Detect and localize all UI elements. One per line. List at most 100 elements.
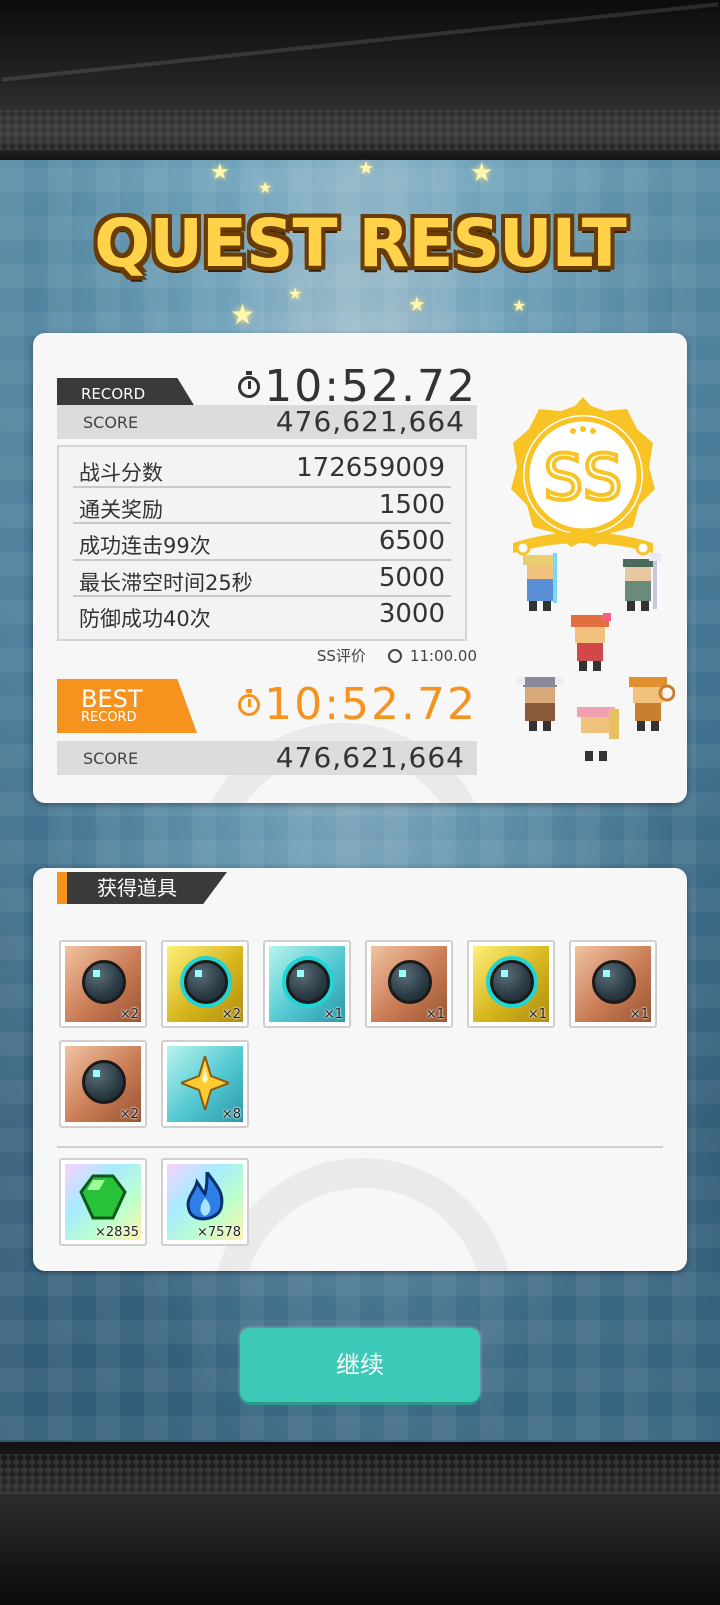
- character-sprite-icon: [629, 677, 675, 731]
- currency-item[interactable]: ×2835: [59, 1158, 147, 1246]
- top-frame: [0, 0, 720, 160]
- sparkle-star-icon: ★: [470, 158, 494, 188]
- rank-badge: SS: [511, 397, 655, 556]
- breakdown-value: 172659009: [296, 453, 445, 483]
- score-label: SCORE: [83, 413, 139, 432]
- item-tile: ×1: [575, 946, 651, 1022]
- sparkle-star-icon: ★: [210, 160, 230, 185]
- item-count: ×7578: [197, 1225, 241, 1240]
- item-count: ×1: [527, 1007, 547, 1022]
- character-sprite-icon: [523, 553, 557, 611]
- reward-item[interactable]: ×2: [59, 940, 147, 1028]
- breakdown-value: 6500: [378, 526, 445, 556]
- ss-rating-time: 11:00.00: [409, 647, 477, 665]
- item-tile: ×2: [65, 1046, 141, 1122]
- dark-orb-icon: [388, 960, 432, 1004]
- ss-rating-threshold: SS评价 11:00.00: [317, 645, 477, 666]
- reward-item[interactable]: ×1: [467, 940, 555, 1028]
- item-count: ×2: [119, 1007, 139, 1022]
- reward-item[interactable]: ×2: [59, 1040, 147, 1128]
- item-count: ×2: [119, 1107, 139, 1122]
- sparkle-star-icon: ★: [230, 298, 256, 331]
- breakdown-label: 通关奖励: [79, 497, 163, 522]
- breakdown-value: 3000: [378, 599, 445, 629]
- dark-orb-icon: [592, 960, 636, 1004]
- score-value: 476,621,664: [275, 405, 465, 438]
- best-score-row: SCORE 476,621,664: [57, 741, 477, 775]
- stopwatch-icon: [387, 649, 402, 663]
- top-frame-checker: [0, 110, 720, 150]
- breakdown-label: 最长滞空时间25秒: [79, 570, 253, 595]
- top-frame-stripe: [1, 2, 719, 82]
- best-record-tag: BEST RECORD: [57, 679, 197, 733]
- continue-button[interactable]: 继续: [240, 1328, 480, 1402]
- party-characters: [493, 553, 683, 773]
- currency-item[interactable]: ×7578: [161, 1158, 249, 1246]
- breakdown-row: 通关奖励 1500: [73, 488, 451, 524]
- dark-orb-icon: [82, 1060, 126, 1104]
- item-count: ×1: [629, 1007, 649, 1022]
- item-tile: ×7578: [167, 1164, 243, 1240]
- character-sprite-icon: [517, 677, 563, 731]
- character-sprite-icon: [623, 553, 661, 611]
- sparkle-star-icon: ★: [358, 158, 375, 179]
- item-tile: ×2835: [65, 1164, 141, 1240]
- items-panel: 获得道具 ×2 ×2 ×1 ×1 ×1 ×1 ×2 ×8 ×2835 ×7578: [33, 868, 687, 1271]
- blue-flame-icon: [186, 1172, 224, 1221]
- ringed-orb-icon: [490, 960, 534, 1004]
- ss-rating-label: SS评价: [316, 647, 366, 665]
- sparkle-star-icon: ★: [512, 296, 527, 315]
- breakdown-label: 防御成功40次: [79, 607, 211, 631]
- item-count: ×1: [425, 1007, 445, 1022]
- green-gem-icon: [79, 1174, 127, 1220]
- watermark-emblem: [213, 1158, 513, 1271]
- score-breakdown: 战斗分数 172659009 通关奖励 1500 成功连击99次 6500 最长…: [57, 445, 467, 641]
- score-label: SCORE: [83, 749, 139, 768]
- breakdown-label: 战斗分数: [79, 461, 163, 485]
- breakdown-value: 1500: [378, 489, 445, 520]
- sparkle-star-icon: ★: [288, 284, 303, 303]
- item-count: ×1: [323, 1007, 343, 1022]
- record-panel: RECORD 10:52.72 SCORE 476,621,664 战斗分数 1…: [33, 333, 687, 803]
- breakdown-row: 防御成功40次 3000: [73, 597, 451, 634]
- dark-orb-icon: [82, 960, 126, 1004]
- reward-item[interactable]: ×2: [161, 940, 249, 1028]
- breakdown-row: 战斗分数 172659009: [73, 451, 451, 488]
- bottom-frame-checker: [0, 1454, 720, 1494]
- items-obtained-label: 获得道具: [57, 872, 227, 904]
- item-tile: ×2: [65, 946, 141, 1022]
- sparkle-star-icon: ★: [408, 292, 426, 316]
- record-score-row: SCORE 476,621,664: [57, 405, 477, 439]
- bottom-frame: [0, 1442, 720, 1605]
- horned-orb-icon: [286, 960, 330, 1004]
- rank-badge-base: [513, 532, 653, 553]
- breakdown-row: 成功连击99次 6500: [73, 524, 451, 561]
- character-sprite-icon: [571, 613, 611, 671]
- reward-item[interactable]: ×1: [263, 940, 351, 1028]
- item-tile: ×1: [269, 946, 345, 1022]
- rank-badge-text: SS: [544, 441, 623, 514]
- item-count: ×2: [221, 1007, 241, 1022]
- item-tile: ×8: [167, 1046, 243, 1122]
- stopwatch-icon: [238, 689, 260, 716]
- sparkle-star-icon: [181, 1056, 229, 1110]
- ringed-orb-icon: [184, 960, 228, 1004]
- item-tile: ×1: [473, 946, 549, 1022]
- sparkle-star-icon: ★: [258, 178, 273, 197]
- quest-result-title: QUEST RESULT: [94, 205, 627, 282]
- score-value: 476,621,664: [275, 741, 465, 774]
- breakdown-label: 成功连击99次: [79, 534, 211, 558]
- breakdown-row: 最长滞空时间25秒 5000: [73, 561, 451, 597]
- item-tile: ×2: [167, 946, 243, 1022]
- item-tile: ×1: [371, 946, 447, 1022]
- breakdown-value: 5000: [378, 562, 445, 593]
- reward-item[interactable]: ×1: [569, 940, 657, 1028]
- items-divider: [57, 1146, 663, 1148]
- reward-item[interactable]: ×8: [161, 1040, 249, 1128]
- character-sprite-icon: [577, 707, 619, 761]
- reward-item[interactable]: ×1: [365, 940, 453, 1028]
- item-count: ×2835: [95, 1225, 139, 1240]
- stopwatch-icon: [238, 371, 260, 398]
- best-time: 10:52.72: [264, 679, 477, 730]
- item-count: ×8: [221, 1107, 241, 1122]
